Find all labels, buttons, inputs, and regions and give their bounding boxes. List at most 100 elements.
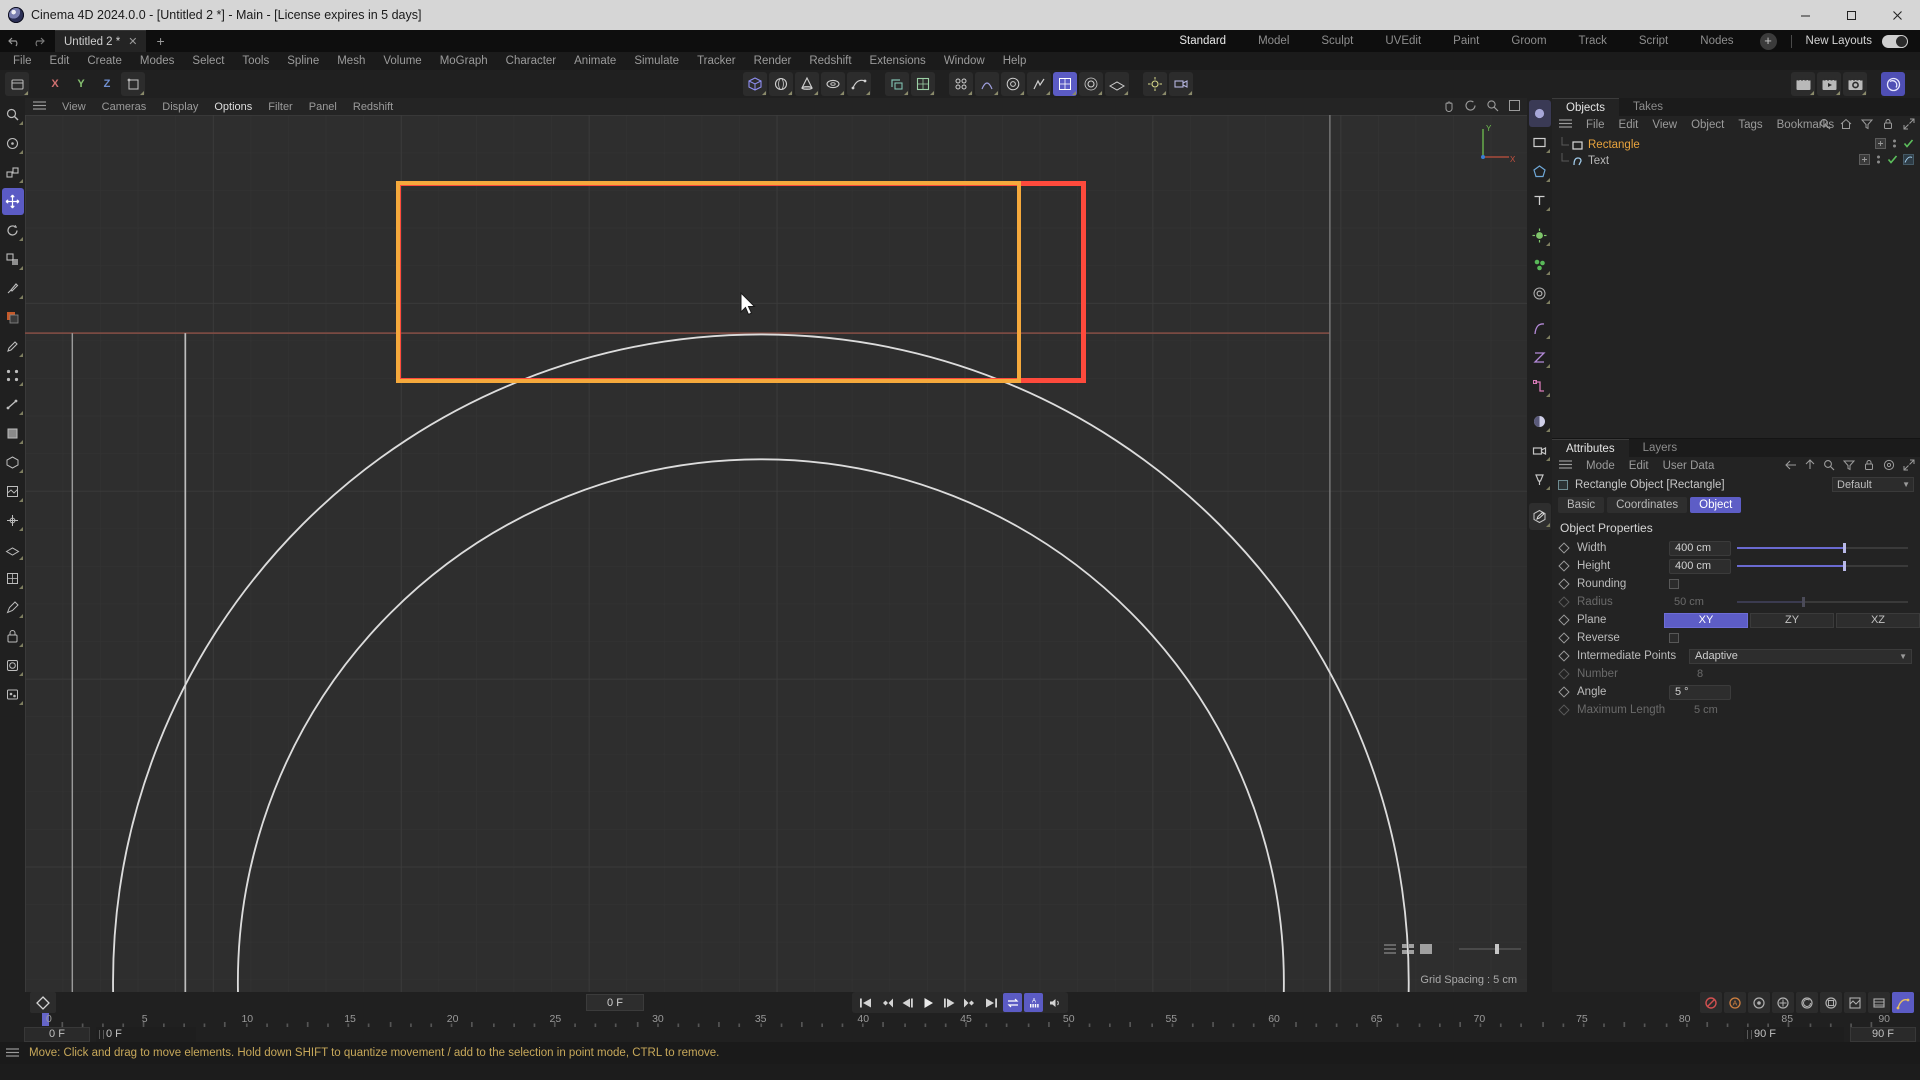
camera-object-button[interactable] bbox=[1169, 72, 1193, 96]
menu-select[interactable]: Select bbox=[183, 52, 233, 70]
layout-tab-nodes[interactable]: Nodes bbox=[1684, 30, 1749, 52]
field-object-tool[interactable] bbox=[1529, 373, 1551, 400]
plane-option-xz[interactable]: XZ bbox=[1836, 612, 1920, 628]
document-tab[interactable]: Untitled 2 * ✕ bbox=[55, 30, 147, 52]
tab-attributes[interactable]: Attributes bbox=[1552, 439, 1629, 457]
camera-tool[interactable] bbox=[1529, 437, 1551, 464]
menu-mograph[interactable]: MoGraph bbox=[431, 52, 497, 70]
previous-key-button[interactable] bbox=[877, 993, 896, 1012]
current-frame-field[interactable]: 0 F bbox=[586, 994, 644, 1011]
viewport-menu-view[interactable]: View bbox=[54, 101, 94, 113]
layout-tab-sculpt[interactable]: Sculpt bbox=[1305, 30, 1369, 52]
axis-z-button[interactable]: Z bbox=[95, 72, 119, 96]
field-button[interactable] bbox=[1001, 72, 1025, 96]
layout-tab-script[interactable]: Script bbox=[1623, 30, 1684, 52]
menu-extensions[interactable]: Extensions bbox=[861, 52, 935, 70]
menu-tools[interactable]: Tools bbox=[233, 52, 278, 70]
menu-window[interactable]: Window bbox=[935, 52, 994, 70]
pan-icon[interactable] bbox=[1442, 99, 1455, 115]
list-view-icon[interactable] bbox=[1383, 943, 1397, 958]
snap-settings-button[interactable] bbox=[1079, 72, 1103, 96]
menu-edit[interactable]: Edit bbox=[41, 52, 79, 70]
scale-tool[interactable] bbox=[2, 246, 24, 273]
polygon-mode-button[interactable] bbox=[2, 420, 24, 447]
filter-icon[interactable] bbox=[1860, 118, 1874, 133]
step-forward-button[interactable] bbox=[940, 993, 959, 1012]
end-frame-field[interactable]: 90 F bbox=[1850, 1026, 1916, 1042]
object-manager-shortcut[interactable] bbox=[1528, 100, 1551, 127]
snap-options-button[interactable] bbox=[2, 681, 24, 708]
eyedropper-tool[interactable] bbox=[2, 333, 24, 360]
filter-icon[interactable] bbox=[1842, 459, 1856, 474]
lock-icon[interactable] bbox=[1863, 459, 1875, 474]
tab-objects[interactable]: Objects bbox=[1552, 98, 1619, 116]
attr-tab-coordinates[interactable]: Coordinates bbox=[1607, 497, 1688, 513]
snap-toggle-button[interactable] bbox=[1053, 72, 1077, 96]
render-region-button[interactable] bbox=[1817, 72, 1841, 96]
keyframe-selection-button[interactable] bbox=[1748, 992, 1770, 1013]
layout-tab-uvedit[interactable]: UVEdit bbox=[1369, 30, 1437, 52]
menu-modes[interactable]: Modes bbox=[131, 52, 184, 70]
lock-icon[interactable] bbox=[1882, 118, 1894, 133]
status-hamburger-icon[interactable] bbox=[6, 1046, 19, 1060]
menu-tracker[interactable]: Tracker bbox=[688, 52, 745, 70]
expand-panel-icon[interactable] bbox=[1903, 118, 1915, 133]
menu-character[interactable]: Character bbox=[497, 52, 566, 70]
attr-menu-mode[interactable]: Mode bbox=[1579, 460, 1622, 472]
autokey-button[interactable]: A bbox=[1024, 993, 1043, 1012]
position-key-button[interactable] bbox=[1772, 992, 1794, 1013]
spline-pen-button[interactable] bbox=[847, 72, 871, 96]
animate-diamond-icon[interactable] bbox=[1558, 542, 1570, 554]
viewport-menu-panel[interactable]: Panel bbox=[301, 101, 345, 113]
close-icon[interactable]: ✕ bbox=[128, 35, 137, 48]
menu-help[interactable]: Help bbox=[994, 52, 1036, 70]
mograph-tool[interactable] bbox=[1529, 222, 1551, 249]
maximize-button[interactable] bbox=[1828, 0, 1874, 30]
move-tool[interactable] bbox=[1, 188, 24, 215]
attributes-hamburger-icon[interactable] bbox=[1552, 460, 1579, 472]
fcurve-button[interactable] bbox=[1892, 992, 1914, 1013]
rotation-key-button[interactable] bbox=[1796, 992, 1818, 1013]
cloner-tool[interactable] bbox=[1529, 251, 1551, 278]
uv-mode-button[interactable] bbox=[2, 565, 24, 592]
extrude-generator-button[interactable] bbox=[885, 72, 909, 96]
object-list[interactable]: Rectangle Text bbox=[1552, 134, 1920, 438]
preview-start-field[interactable]: 0 F bbox=[96, 1026, 196, 1042]
layout-tab-paint[interactable]: Paint bbox=[1437, 30, 1495, 52]
om-menu-object[interactable]: Object bbox=[1684, 116, 1731, 134]
expand-panel-icon[interactable] bbox=[1903, 459, 1915, 474]
menu-volume[interactable]: Volume bbox=[374, 52, 430, 70]
angle-input[interactable]: 5 ° bbox=[1669, 684, 1731, 700]
layout-tab-model[interactable]: Model bbox=[1242, 30, 1305, 52]
up-arrow-icon[interactable] bbox=[1805, 459, 1815, 473]
width-input[interactable]: 400 cm bbox=[1669, 540, 1731, 556]
search-icon[interactable] bbox=[1823, 459, 1835, 474]
search-icon[interactable] bbox=[1819, 118, 1831, 133]
material-sphere-tool[interactable] bbox=[1529, 408, 1551, 435]
om-menu-file[interactable]: File bbox=[1579, 116, 1612, 134]
layout-tab-standard[interactable]: Standard bbox=[1163, 30, 1242, 52]
pen-tool[interactable] bbox=[2, 594, 24, 621]
tab-layers[interactable]: Layers bbox=[1629, 439, 1692, 457]
animate-diamond-icon[interactable] bbox=[1558, 614, 1570, 626]
home-icon[interactable] bbox=[1840, 118, 1852, 133]
rectangle-spline-tool[interactable] bbox=[1529, 129, 1551, 156]
single-view-icon[interactable] bbox=[1419, 943, 1433, 958]
edge-mode-button[interactable] bbox=[2, 391, 24, 418]
live-selection-tool[interactable] bbox=[2, 101, 24, 128]
om-menu-view[interactable]: View bbox=[1645, 116, 1684, 134]
viewport-menu-cameras[interactable]: Cameras bbox=[94, 101, 155, 113]
play-button[interactable] bbox=[919, 993, 938, 1012]
undo-tool-button[interactable] bbox=[5, 72, 29, 96]
reverse-checkbox[interactable] bbox=[1669, 633, 1679, 643]
autokeying-button[interactable]: A bbox=[1724, 992, 1746, 1013]
attr-menu-edit[interactable]: Edit bbox=[1622, 460, 1656, 472]
record-keyframe-button[interactable] bbox=[30, 992, 56, 1013]
undo-icon[interactable] bbox=[8, 36, 22, 47]
sound-button[interactable] bbox=[1045, 993, 1064, 1012]
viewport-menu-filter[interactable]: Filter bbox=[260, 101, 300, 113]
visibility-tag-icon[interactable] bbox=[1859, 154, 1870, 168]
step-back-button[interactable] bbox=[898, 993, 917, 1012]
preview-end-field[interactable]: 90 F bbox=[1744, 1026, 1844, 1042]
point-mode-button[interactable] bbox=[2, 362, 24, 389]
